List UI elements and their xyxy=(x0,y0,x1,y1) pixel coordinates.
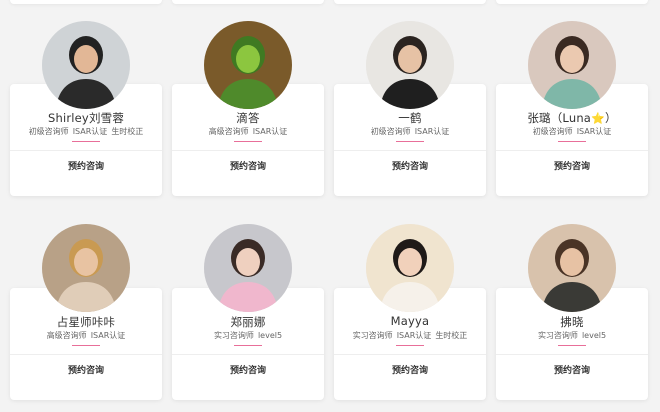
counselor-name: 滴答 xyxy=(236,111,260,125)
accent-line xyxy=(558,345,586,346)
card-stub xyxy=(334,0,486,4)
portrait-icon xyxy=(204,21,292,109)
book-consultation-button[interactable]: 预约咨询 xyxy=(172,354,324,388)
book-consultation-button[interactable]: 预约咨询 xyxy=(334,354,486,388)
counselor-name: 占星师咔咔 xyxy=(56,315,116,329)
counselor-name: 郑丽娜 xyxy=(230,315,266,329)
star-icon: ⭐ xyxy=(591,112,605,125)
counselor-tags: 实习咨询师 ISAR认证 生时校正 xyxy=(352,331,468,340)
portrait-icon xyxy=(528,224,616,312)
counselor-name: Shirley刘雪蓉 xyxy=(47,111,125,125)
avatar[interactable] xyxy=(42,224,130,312)
accent-line xyxy=(558,141,586,142)
card-stub xyxy=(10,0,162,4)
counselor-name: 张璐（Luna⭐） xyxy=(527,111,617,125)
avatar[interactable] xyxy=(366,224,454,312)
portrait-icon xyxy=(204,224,292,312)
book-consultation-button[interactable]: 预约咨询 xyxy=(172,150,324,184)
counselor-tags: 实习咨询师 level5 xyxy=(537,331,607,340)
card-stub xyxy=(172,0,324,4)
avatar[interactable] xyxy=(204,21,292,109)
counselor-tags: 初级咨询师 ISAR认证 xyxy=(532,127,612,136)
portrait-icon xyxy=(366,21,454,109)
accent-line xyxy=(396,345,424,346)
book-consultation-button[interactable]: 预约咨询 xyxy=(496,354,648,388)
accent-line xyxy=(72,345,100,346)
book-consultation-button[interactable]: 预约咨询 xyxy=(10,150,162,184)
counselor-name: 拂晓 xyxy=(560,315,584,329)
avatar[interactable] xyxy=(204,224,292,312)
avatar[interactable] xyxy=(366,21,454,109)
counselor-tags: 初级咨询师 ISAR认证 xyxy=(370,127,450,136)
counselor-name: 一鹤 xyxy=(398,111,422,125)
book-consultation-button[interactable]: 预约咨询 xyxy=(334,150,486,184)
avatar[interactable] xyxy=(42,21,130,109)
portrait-icon xyxy=(42,21,130,109)
counselor-tags: 高级咨询师 ISAR认证 xyxy=(208,127,288,136)
book-consultation-button[interactable]: 预约咨询 xyxy=(10,354,162,388)
portrait-icon xyxy=(528,21,616,109)
counselor-tags: 初级咨询师 ISAR认证 生时校正 xyxy=(28,127,144,136)
card-stub xyxy=(496,0,648,4)
counselor-tags: 高级咨询师 ISAR认证 xyxy=(46,331,126,340)
book-consultation-button[interactable]: 预约咨询 xyxy=(496,150,648,184)
accent-line xyxy=(234,345,262,346)
portrait-icon xyxy=(366,224,454,312)
portrait-icon xyxy=(42,224,130,312)
counselor-name: Mayya xyxy=(390,314,430,328)
counselor-grid: Shirley刘雪蓉 初级咨询师 ISAR认证 生时校正 预约咨询 滴答 高级咨询师… xyxy=(0,0,660,412)
avatar[interactable] xyxy=(528,21,616,109)
accent-line xyxy=(234,141,262,142)
counselor-tags: 实习咨询师 level5 xyxy=(213,331,283,340)
accent-line xyxy=(396,141,424,142)
accent-line xyxy=(72,141,100,142)
avatar[interactable] xyxy=(528,224,616,312)
